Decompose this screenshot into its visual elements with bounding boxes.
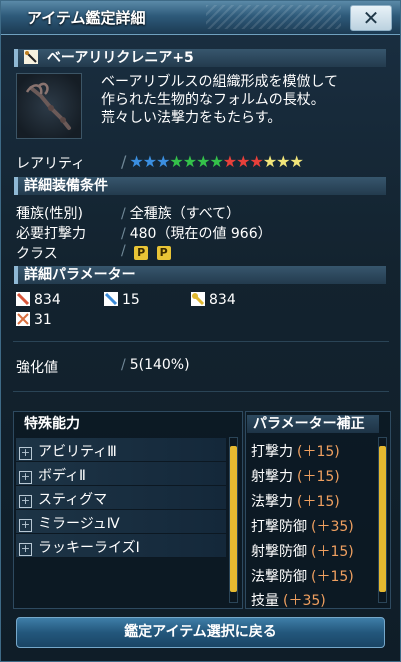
scroll-thumb[interactable] xyxy=(379,446,386,592)
corrections-header: パラメーター補正 xyxy=(247,415,379,433)
ability-item[interactable]: + アビリティⅢ xyxy=(19,441,117,461)
abilities-scrollbar[interactable] xyxy=(229,437,238,603)
class-badge-icon: P xyxy=(134,246,149,260)
staff-icon xyxy=(24,50,38,64)
class-label: クラス xyxy=(16,246,58,262)
expand-icon[interactable]: + xyxy=(19,495,32,508)
dexterity-stat: 31 xyxy=(16,312,52,328)
item-name: ベーアリリクレニア+5 xyxy=(46,50,194,66)
item-appraisal-window: アイテム鑑定詳細 ✕ ベーアリリクレニア+5 ベーアリブルスの組織形成を模倣して… xyxy=(0,0,401,662)
description-line: ベーアリブルスの組織形成を模倣して xyxy=(101,74,339,90)
correction-item: 法撃力 (＋15) xyxy=(251,494,340,510)
rarity-star-icon: ★ xyxy=(276,152,290,171)
divider xyxy=(13,341,389,342)
rarity-star-icon: ★ xyxy=(169,152,183,171)
parameters-header: 詳細パラメーター xyxy=(14,266,386,284)
ability-item[interactable]: + スティグマ xyxy=(19,489,107,509)
race-label: 種族(性別) xyxy=(16,206,83,222)
item-name-bar: ベーアリリクレニア+5 xyxy=(14,49,386,67)
dexterity-icon xyxy=(16,312,30,326)
description-line: 荒々しい法撃力をもたらす。 xyxy=(101,110,282,126)
rarity-label: レアリティ xyxy=(16,156,86,172)
correction-item: 打撃防御 (＋35) xyxy=(251,519,354,535)
rarity-star-icon: ★ xyxy=(249,152,263,171)
rarity-star-icon: ★ xyxy=(262,152,277,171)
expand-icon[interactable]: + xyxy=(19,471,32,484)
expand-icon[interactable]: + xyxy=(19,519,32,532)
ability-item[interactable]: + ミラージュⅣ xyxy=(19,513,120,533)
class-badge-icon: P xyxy=(156,246,171,260)
ability-item[interactable]: + ラッキーライズⅠ xyxy=(19,537,140,557)
required-attack-label: 必要打撃力 xyxy=(16,226,86,242)
correction-item: 技量 (＋35) xyxy=(251,593,326,609)
ranged-attack-icon xyxy=(104,292,118,306)
divider xyxy=(13,391,389,392)
expand-icon[interactable]: + xyxy=(19,447,32,460)
rarity-star-icon: ★ xyxy=(289,152,304,171)
rarity-star-icon: ★ xyxy=(236,152,250,171)
race-value: / 全種族（すべて） xyxy=(121,206,241,222)
rarity-star-icon: ★ xyxy=(142,152,157,171)
correction-item: 法撃防御 (＋15) xyxy=(251,569,354,585)
corrections-scrollbar[interactable] xyxy=(378,437,387,603)
title-bar: アイテム鑑定詳細 ✕ xyxy=(1,1,400,35)
rarity-star-icon: ★ xyxy=(182,152,197,171)
enhance-label: 強化値 xyxy=(16,360,58,376)
back-to-selection-button[interactable]: 鑑定アイテム選択に戻る xyxy=(16,617,385,648)
window-title: アイテム鑑定詳細 xyxy=(27,9,146,27)
correction-item: 打撃力 (＋15) xyxy=(251,444,340,460)
class-value: / P P xyxy=(121,243,175,260)
tech-attack-icon xyxy=(191,292,205,306)
rarity-star-icon: ★ xyxy=(209,152,223,171)
rarity-star-icon: ★ xyxy=(196,152,210,171)
abilities-header: 特殊能力 xyxy=(24,416,80,432)
tech-attack-stat: 834 xyxy=(191,292,236,308)
requirements-header: 詳細装備条件 xyxy=(14,177,386,195)
rarity-stars: / ★★★★★★★★★★★★★ xyxy=(121,152,304,171)
close-button[interactable]: ✕ xyxy=(350,5,392,31)
correction-item: 射撃防御 (＋15) xyxy=(251,544,354,560)
melee-attack-stat: 834 xyxy=(16,292,61,308)
ranged-attack-stat: 15 xyxy=(104,292,140,308)
required-attack-value: /480（現在の値 966） xyxy=(121,226,272,242)
item-description: ベーアリブルスの組織形成を模倣して 作られた生物的なフォルムの長杖。 荒々しい法… xyxy=(101,73,391,127)
scroll-thumb[interactable] xyxy=(230,446,237,592)
rarity-star-icon: ★ xyxy=(129,152,143,171)
description-line: 作られた生物的なフォルムの長杖。 xyxy=(101,92,325,108)
rarity-star-icon: ★ xyxy=(222,152,237,171)
rarity-star-icon: ★ xyxy=(156,152,170,171)
title-bar-pattern xyxy=(206,5,341,29)
melee-attack-icon xyxy=(16,292,30,306)
expand-icon[interactable]: + xyxy=(19,543,32,556)
correction-item: 射撃力 (＋15) xyxy=(251,469,340,485)
item-thumbnail xyxy=(16,73,82,139)
separator: / xyxy=(121,152,126,171)
ability-item[interactable]: + ボディⅡ xyxy=(19,465,86,485)
enhance-value: /5(140%) xyxy=(121,357,190,373)
